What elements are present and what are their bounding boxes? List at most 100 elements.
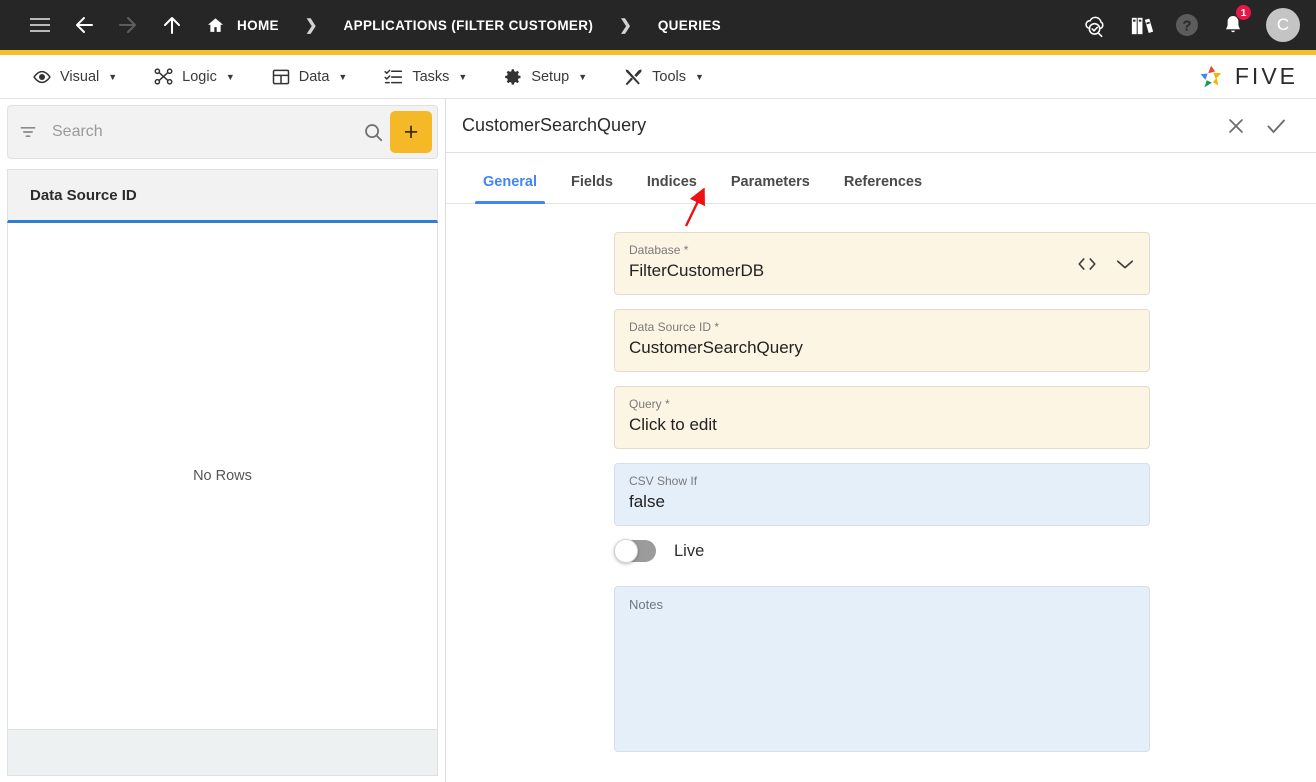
- notes-field[interactable]: Notes: [614, 586, 1150, 752]
- close-icon: [1229, 118, 1243, 133]
- forward-button[interactable]: [106, 3, 150, 47]
- library-books-button[interactable]: [1120, 4, 1162, 46]
- data-source-id-field[interactable]: Data Source ID * CustomerSearchQuery: [614, 309, 1150, 372]
- arrow-up-icon: [164, 17, 180, 34]
- detail-tabs: General Fields Indices Parameters Refere…: [446, 153, 1316, 204]
- menu-item-label: Tools: [652, 68, 686, 85]
- breadcrumb-item-home[interactable]: HOME: [233, 18, 283, 33]
- confirm-button[interactable]: [1256, 106, 1296, 146]
- query-field[interactable]: Query * Click to edit: [614, 386, 1150, 449]
- tools-icon: [625, 69, 642, 86]
- data-source-id-field-value: CustomerSearchQuery: [629, 338, 803, 357]
- five-logo: FIVE: [1196, 62, 1316, 92]
- top-navigation-bar: HOME ❯ APPLICATIONS (FILTER CUSTOMER) ❯ …: [0, 0, 1316, 50]
- tab-label: Indices: [646, 174, 697, 190]
- chevron-down-icon: ▼: [108, 71, 118, 82]
- tab-references[interactable]: References: [827, 174, 939, 203]
- up-button[interactable]: [150, 3, 194, 47]
- svg-text:?: ?: [1182, 18, 1191, 35]
- notifications-button[interactable]: 1: [1212, 4, 1254, 46]
- gear-icon: [505, 68, 521, 85]
- help-button[interactable]: ?: [1166, 4, 1208, 46]
- library-books-icon: [1131, 17, 1153, 34]
- chevron-down-icon[interactable]: [1115, 257, 1135, 271]
- close-button[interactable]: [1216, 106, 1256, 146]
- breadcrumb-separator: ❯: [304, 17, 318, 34]
- records-list: No Rows: [7, 223, 438, 730]
- chevron-down-icon: ▼: [695, 71, 704, 82]
- search-input[interactable]: [38, 123, 362, 141]
- data-source-id-field-label: Data Source ID *: [629, 320, 720, 334]
- menu-item-label: Setup: [531, 68, 570, 85]
- menu-item-label: Data: [298, 68, 330, 85]
- csv-show-if-field-label: CSV Show If: [629, 474, 698, 488]
- breadcrumb-item-applications[interactable]: APPLICATIONS (FILTER CUSTOMER): [339, 18, 597, 33]
- notes-field-label: Notes: [629, 597, 663, 612]
- add-record-button[interactable]: +: [390, 111, 432, 153]
- query-field-value: Click to edit: [629, 415, 717, 434]
- hamburger-menu-button[interactable]: [18, 3, 62, 47]
- page-title: CustomerSearchQuery: [462, 115, 647, 135]
- five-pinwheel-icon: [1200, 65, 1222, 87]
- cloud-check-icon: [1084, 16, 1104, 37]
- breadcrumb-separator: ❯: [619, 17, 632, 34]
- tab-general[interactable]: General: [466, 174, 554, 204]
- search-bar: +: [7, 105, 438, 159]
- filter-icon[interactable]: [18, 122, 38, 142]
- breadcrumb: HOME ❯ APPLICATIONS (FILTER CUSTOMER) ❯ …: [206, 16, 725, 35]
- tab-label: References: [843, 174, 923, 190]
- application-menu-bar: Visual ▼ Logic ▼ Data ▼ Tasks ▼ Setup ▼ …: [0, 55, 1316, 99]
- live-toggle[interactable]: [614, 539, 656, 563]
- task-list-icon: [384, 69, 403, 84]
- tab-fields[interactable]: Fields: [554, 174, 630, 203]
- csv-show-if-field[interactable]: CSV Show If false: [614, 463, 1150, 526]
- code-brackets-icon[interactable]: [1076, 256, 1098, 272]
- menu-item-setup[interactable]: Setup ▼: [485, 55, 605, 98]
- tab-label: Parameters: [730, 174, 810, 190]
- main-content: + Data Source ID No Rows CustomerSearchQ…: [0, 99, 1316, 782]
- menu-item-logic[interactable]: Logic ▼: [135, 55, 253, 98]
- back-button[interactable]: [62, 3, 106, 47]
- query-field-label: Query *: [629, 397, 670, 411]
- detail-panel-header: CustomerSearchQuery: [446, 99, 1316, 153]
- tab-label: General: [483, 174, 537, 190]
- live-toggle-row: Live: [614, 539, 1150, 563]
- menu-item-label: Logic: [182, 68, 217, 85]
- database-field[interactable]: Database * FilterCustomerDB: [614, 232, 1150, 295]
- hamburger-icon: [30, 18, 50, 32]
- chevron-down-icon: ▼: [338, 71, 348, 82]
- home-icon: [207, 17, 224, 32]
- left-list-panel: + Data Source ID No Rows: [0, 99, 446, 782]
- tab-indices[interactable]: Indices: [630, 174, 714, 203]
- menu-item-label: Visual: [60, 68, 100, 85]
- empty-state-message: No Rows: [193, 468, 252, 484]
- chevron-down-icon: ▼: [578, 71, 588, 82]
- menu-item-tasks[interactable]: Tasks ▼: [365, 55, 485, 98]
- menu-item-visual[interactable]: Visual ▼: [14, 55, 135, 98]
- check-icon: [1267, 119, 1285, 133]
- logo-text: FIVE: [1234, 63, 1298, 89]
- search-icon[interactable]: [362, 121, 384, 143]
- notification-badge: 1: [1235, 4, 1252, 21]
- tab-label: Fields: [571, 174, 613, 190]
- avatar[interactable]: C: [1266, 8, 1300, 42]
- logic-nodes-icon: [154, 68, 173, 85]
- column-header-data-source-id[interactable]: Data Source ID: [7, 169, 438, 223]
- plus-icon: +: [403, 117, 419, 146]
- general-tab-form: Database * FilterCustomerDB Data Source …: [446, 204, 1316, 782]
- menu-item-tools[interactable]: Tools ▼: [605, 55, 722, 98]
- database-field-label: Database *: [629, 243, 689, 257]
- live-toggle-label: Live: [674, 541, 705, 560]
- cloud-check-button[interactable]: [1074, 4, 1116, 46]
- arrow-right-icon: [119, 17, 136, 33]
- column-header-label: Data Source ID: [30, 186, 137, 204]
- help-icon: ?: [1176, 14, 1198, 36]
- database-field-value: FilterCustomerDB: [629, 261, 765, 280]
- table-icon: [272, 69, 289, 84]
- menu-item-data[interactable]: Data ▼: [253, 55, 366, 98]
- eye-icon: [33, 70, 51, 83]
- breadcrumb-item-queries[interactable]: QUERIES: [654, 18, 725, 33]
- menu-item-label: Tasks: [412, 68, 450, 85]
- chevron-down-icon: ▼: [458, 71, 468, 82]
- tab-parameters[interactable]: Parameters: [714, 174, 827, 203]
